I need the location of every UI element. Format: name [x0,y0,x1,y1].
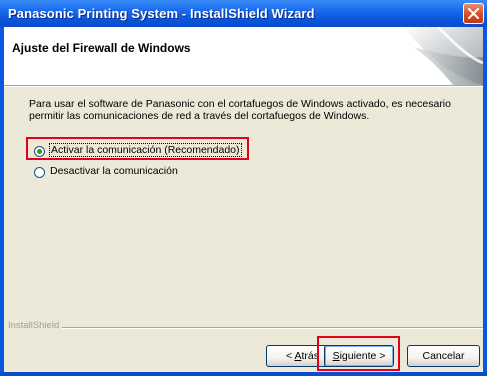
header-separator [4,85,483,87]
window-title: Panasonic Printing System - InstallShiel… [8,6,315,21]
cancel-button[interactable]: Cancelar [407,345,480,367]
wizard-header: Ajuste del Firewall de Windows [4,27,483,85]
window-bottom-border [0,372,487,376]
close-button[interactable] [463,3,484,24]
installshield-banner-graphic [403,27,483,85]
close-icon [468,8,479,19]
highlight-box-next [317,336,400,371]
installshield-brand: InstallShield [8,320,63,331]
footer-separator [62,327,483,329]
wizard-client-area: Ajuste del Firewall de Windows Para usar… [4,27,483,372]
highlight-box-option [26,137,249,160]
title-bar[interactable]: Panasonic Printing System - InstallShiel… [0,0,487,27]
step-title: Ajuste del Firewall de Windows [12,41,191,55]
installer-window: Panasonic Printing System - InstallShiel… [0,0,487,376]
firewall-description: Para usar el software de Panasonic con e… [29,98,451,122]
radio-disable-communication[interactable] [34,167,45,178]
option-disable-communication-label[interactable]: Desactivar la comunicación [50,165,178,177]
